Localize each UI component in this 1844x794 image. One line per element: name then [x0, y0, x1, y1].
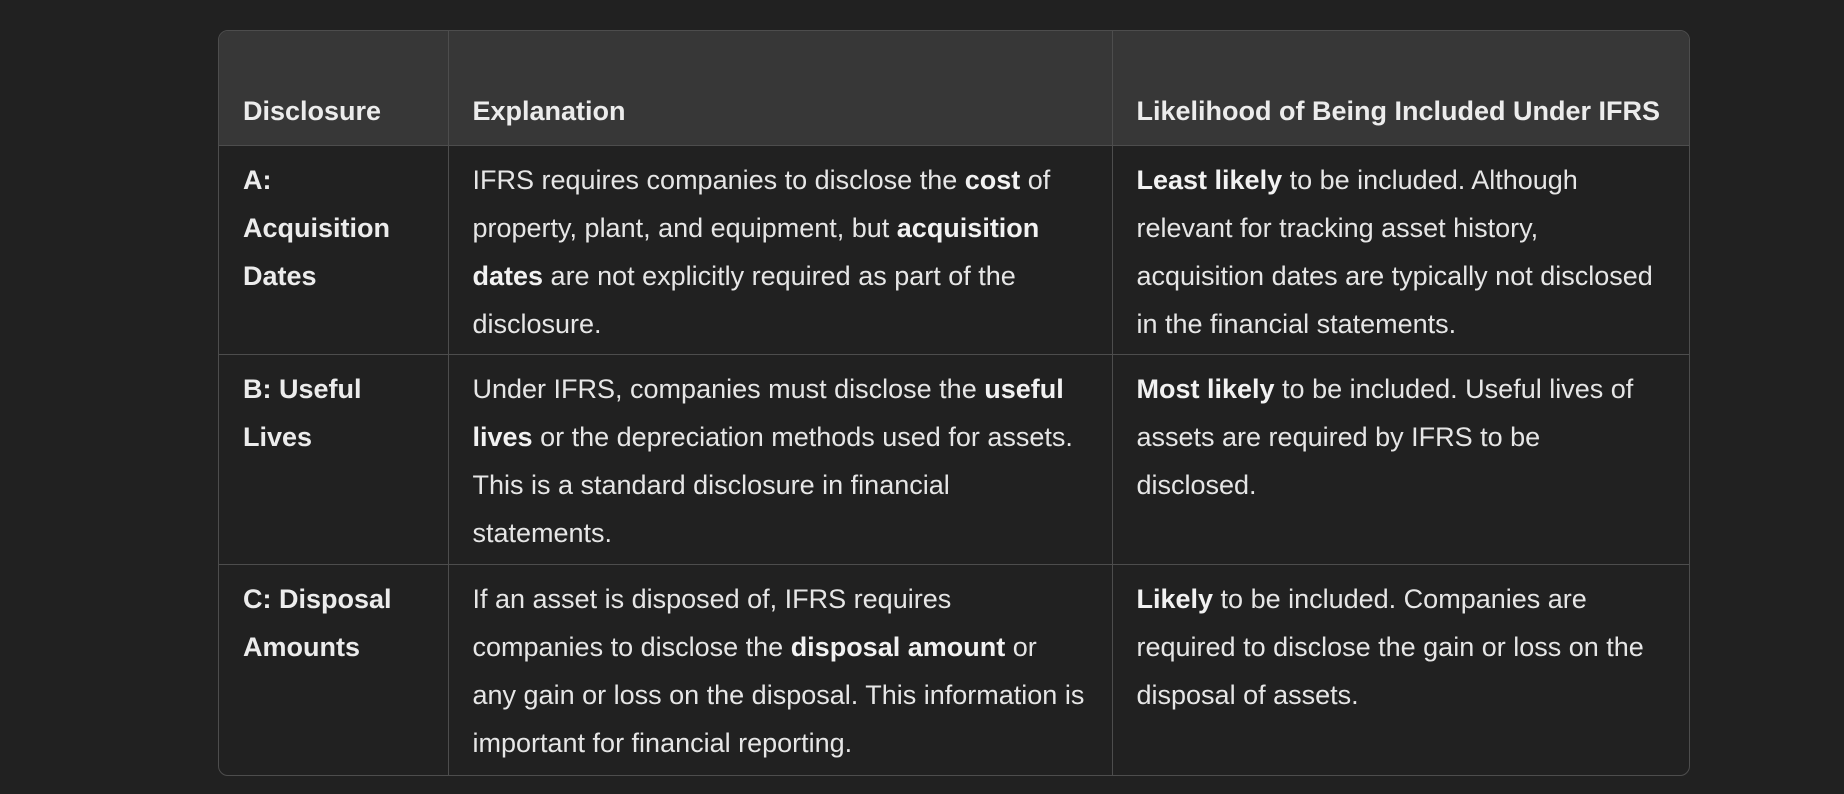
likelihood-term: Least likely — [1136, 164, 1283, 195]
likelihood-term: Most likely — [1136, 373, 1275, 404]
text-segment: to be included. Companies are required t… — [1136, 583, 1644, 710]
row-explanation: Under IFRS, companies must disclose the … — [448, 354, 1113, 565]
text-segment: are not explicitly required as part of t… — [472, 260, 1016, 339]
header-explanation: Explanation — [448, 31, 1113, 146]
disclosure-table-container: Disclosure Explanation Likelihood of Bei… — [218, 30, 1690, 776]
row-likelihood: Least likely to be included. Although re… — [1112, 145, 1689, 355]
row-explanation: If an asset is disposed of, IFRS require… — [448, 564, 1113, 775]
table-row: C: Disposal Amounts If an asset is dispo… — [219, 564, 1689, 775]
row-likelihood: Most likely to be included. Useful lives… — [1112, 354, 1689, 565]
header-disclosure: Disclosure — [219, 31, 449, 146]
row-explanation: IFRS requires companies to disclose the … — [448, 145, 1113, 355]
disclosure-table: Disclosure Explanation Likelihood of Bei… — [219, 31, 1689, 775]
page: Disclosure Explanation Likelihood of Bei… — [0, 0, 1844, 794]
row-likelihood: Likely to be included. Companies are req… — [1112, 564, 1689, 775]
table-row: A: Acquisition Dates IFRS requires compa… — [219, 145, 1689, 355]
header-likelihood: Likelihood of Being Included Under IFRS — [1112, 31, 1689, 146]
text-segment: IFRS requires companies to disclose the — [472, 164, 965, 195]
text-segment: Under IFRS, companies must disclose the — [472, 373, 985, 404]
table-body: A: Acquisition Dates IFRS requires compa… — [219, 145, 1689, 775]
row-label: B: Useful Lives — [219, 354, 449, 565]
header-row: Disclosure Explanation Likelihood of Bei… — [219, 31, 1689, 146]
row-label: A: Acquisition Dates — [219, 145, 449, 355]
likelihood-term: Likely — [1136, 583, 1214, 614]
text-segment: or the depreciation methods used for ass… — [472, 421, 1073, 548]
bold-term: cost — [964, 164, 1021, 195]
table-row: B: Useful Lives Under IFRS, companies mu… — [219, 354, 1689, 565]
bold-term: disposal amount — [790, 631, 1006, 662]
table-header: Disclosure Explanation Likelihood of Bei… — [219, 31, 1689, 146]
row-label: C: Disposal Amounts — [219, 564, 449, 775]
